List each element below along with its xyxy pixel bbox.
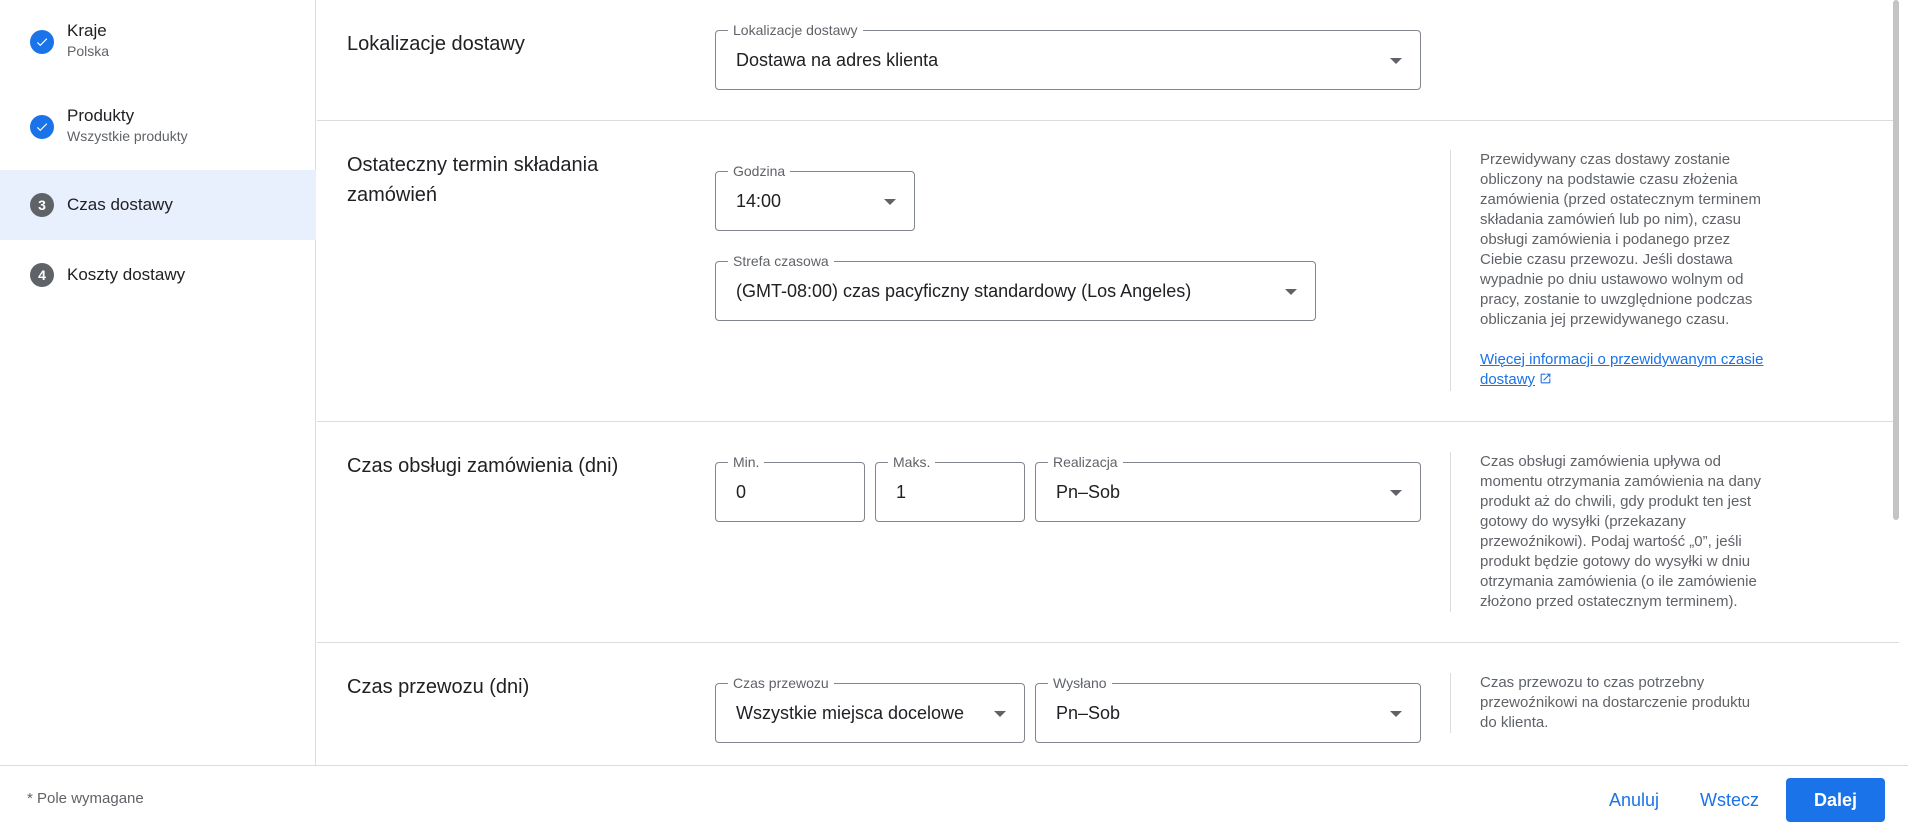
check-icon [30,30,54,54]
field-value: 14:00 [736,191,782,211]
field-label: Realizacja [1048,453,1123,471]
stepper-sidebar: Kraje Polska Produkty Wszystkie produkty… [0,0,316,765]
timezone-dropdown[interactable]: Strefa czasowa (GMT-08:00) czas pacyficz… [715,252,1316,321]
footer-bar: * Pole wymagane Anuluj Wstecz Dalej [0,765,1908,827]
check-icon [30,115,54,139]
help-text: Przewidywany czas dostawy zostanie oblic… [1450,150,1768,391]
external-link-icon [1540,373,1551,384]
step-number-badge: 4 [30,263,54,287]
step-title: Czas dostawy [67,195,173,214]
step-kraje[interactable]: Kraje Polska [0,10,316,74]
step-title: Koszty dostawy [67,265,186,284]
field-label: Maks. [888,453,936,471]
field-label: Czas przewozu [728,674,834,692]
step-subtitle: Wszystkie produkty [67,128,188,144]
dropdown-arrow-icon [1390,711,1402,717]
section-title: Czas obsługi zamówienia (dni) [347,455,619,477]
min-days-input[interactable]: Min. 0 [715,453,865,522]
field-value: (GMT-08:00) czas pacyficzny standardowy … [736,281,1192,301]
step-produkty[interactable]: Produkty Wszystkie produkty [0,95,316,159]
shipped-days-dropdown[interactable]: Wysłano Pn–Sob [1035,674,1421,743]
field-value: 0 [736,482,747,502]
step-number-badge: 3 [30,193,54,217]
step-title: Kraje [67,21,107,40]
next-button[interactable]: Dalej [1786,778,1886,822]
section-title: Lokalizacje dostawy [347,33,525,55]
transit-dropdown[interactable]: Czas przewozu Wszystkie miejsca docelowe [715,674,1025,743]
section-transit: Czas przewozu (dni) Czas przewozu Wszyst… [317,643,1899,765]
field-label: Wysłano [1048,674,1112,692]
step-subtitle: Polska [67,43,110,59]
help-text: Czas obsługi zamówienia upływa od moment… [1450,452,1768,612]
field-label: Godzina [728,162,791,180]
step-title: Produkty [67,106,135,125]
locations-dropdown[interactable]: Lokalizacje dostawy Dostawa na adres kli… [715,21,1421,90]
section-locations: Lokalizacje dostawy Lokalizacje dostawy … [317,0,1899,121]
dropdown-arrow-icon [884,199,896,205]
field-label: Min. [728,453,765,471]
field-value: Pn–Sob [1056,482,1121,502]
field-label: Lokalizacje dostawy [728,21,863,39]
help-text: Czas przewozu to czas potrzebny przewoźn… [1450,673,1768,733]
field-label: Strefa czasowa [728,252,834,270]
dropdown-arrow-icon [994,711,1006,717]
link-text: Więcej informacji o przewidywanym czasie… [1480,351,1764,388]
cancel-button[interactable]: Anuluj [1595,778,1673,822]
back-button[interactable]: Wstecz [1686,778,1773,822]
section-title: Ostateczny termin składania zamówień [347,154,599,206]
section-handling: Czas obsługi zamówienia (dni) Min. 0 Mak… [317,422,1899,643]
field-value: Pn–Sob [1056,703,1121,723]
required-note: * Pole wymagane [27,790,144,807]
app-root: Kraje Polska Produkty Wszystkie produkty… [0,0,1908,827]
help-paragraph: Czas obsługi zamówienia upływa od moment… [1480,453,1761,610]
learn-more-link[interactable]: Więcej informacji o przewidywanym czasie… [1480,351,1763,388]
scrollbar-thumb[interactable] [1893,0,1899,520]
help-paragraph: Czas przewozu to czas potrzebny przewoźn… [1480,674,1751,731]
dropdown-arrow-icon [1390,58,1402,64]
handling-days-dropdown[interactable]: Realizacja Pn–Sob [1035,453,1421,522]
field-value: Wszystkie miejsca docelowe [736,703,965,723]
dropdown-arrow-icon [1390,490,1402,496]
max-days-input[interactable]: Maks. 1 [875,453,1025,522]
step-czas-dostawy[interactable]: 3 Czas dostawy [0,170,316,240]
dropdown-arrow-icon [1285,289,1297,295]
main-content: Lokalizacje dostawy Lokalizacje dostawy … [317,0,1899,765]
step-koszty-dostawy[interactable]: 4 Koszty dostawy [0,250,316,300]
field-value: Dostawa na adres klienta [736,50,939,70]
field-value: 1 [896,482,907,502]
section-cutoff: Ostateczny termin składania zamówień God… [317,121,1899,422]
help-paragraph: Przewidywany czas dostawy zostanie oblic… [1480,151,1761,328]
section-title: Czas przewozu (dni) [347,676,530,698]
hour-dropdown[interactable]: Godzina 14:00 [715,162,915,231]
